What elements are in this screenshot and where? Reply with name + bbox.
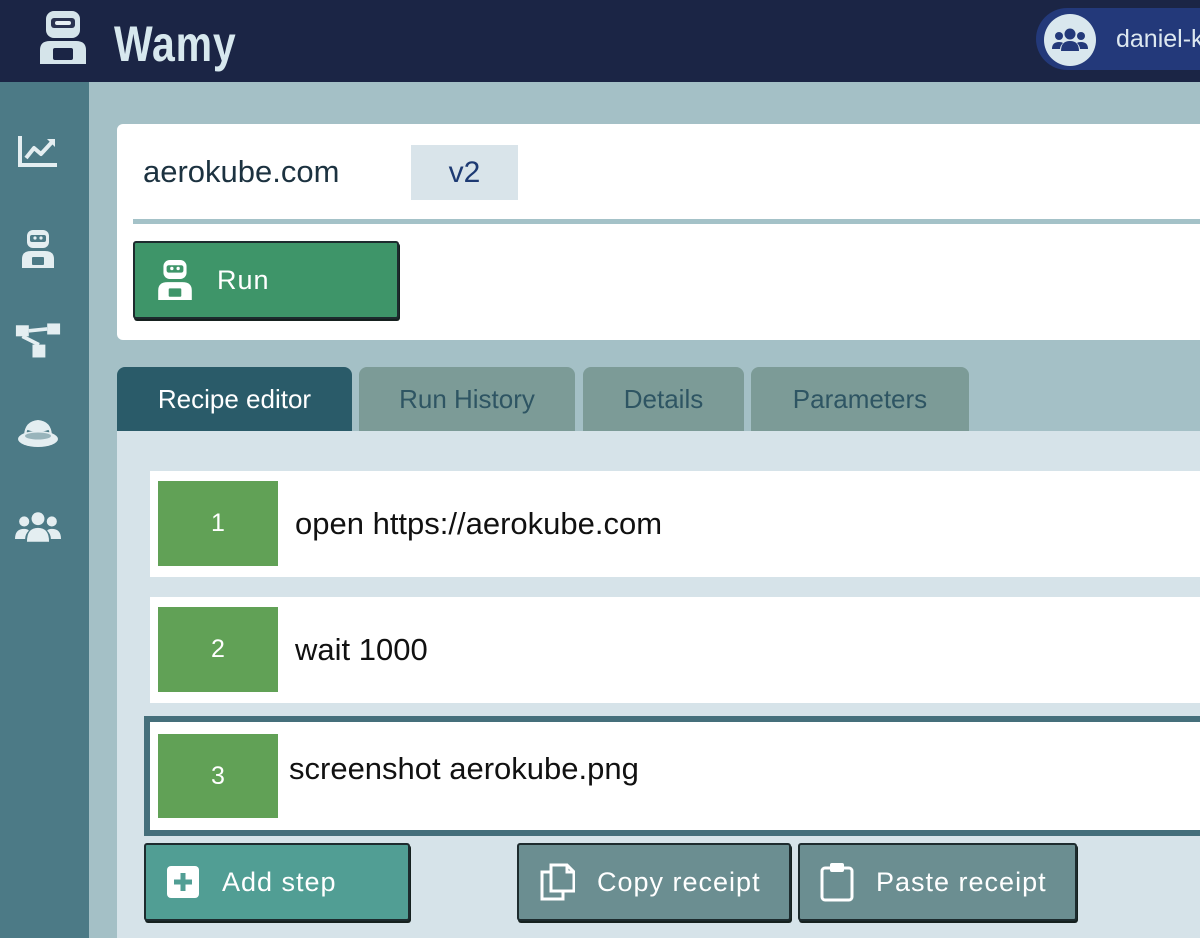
paste-receipt-button[interactable]: Paste receipt [798,843,1077,921]
step-number: 1 [158,481,278,566]
chart-line-icon [18,136,57,167]
step-number: 3 [158,734,278,818]
step-command[interactable]: open https://aerokube.com [295,471,662,577]
step-number: 2 [158,607,278,692]
sidebar [0,82,89,938]
plus-square-icon [167,866,199,898]
tab-run-history[interactable]: Run History [359,367,575,431]
robot-icon [22,230,54,268]
sidebar-item-robots[interactable] [15,226,61,272]
add-step-label: Add step [222,866,337,897]
sidebar-item-statistics[interactable] [15,128,61,174]
robot-logo-icon [40,11,86,64]
clipboard-icon [820,863,854,902]
add-step-button[interactable]: Add step [144,843,410,921]
sidebar-item-workflows[interactable] [15,317,61,363]
tab-recipe-editor[interactable]: Recipe editor [117,367,352,431]
robot-icon [158,260,192,300]
user-name: daniel-k [1116,25,1200,53]
sidebar-item-teams[interactable] [15,504,61,550]
users-icon [15,512,61,542]
sitemap-icon [15,323,61,358]
copy-receipt-label: Copy receipt [597,866,761,897]
version-badge[interactable]: v2 [411,145,518,200]
recipe-name: aerokube.com [143,154,340,189]
tab-parameters[interactable]: Parameters [751,367,969,431]
copy-icon [540,863,575,901]
recipe-card: aerokube.com v2 Run [117,124,1200,340]
user-menu[interactable]: daniel-k [1036,8,1200,70]
recipe-step[interactable]: 2 wait 1000 [150,597,1200,703]
copy-receipt-button[interactable]: Copy receipt [517,843,791,921]
sidebar-item-hat[interactable] [15,410,61,456]
recipe-step[interactable]: 1 open https://aerokube.com [150,471,1200,577]
run-button[interactable]: Run [133,241,399,319]
step-command[interactable]: screenshot aerokube.png [289,714,639,824]
users-icon [1044,14,1096,66]
divider [133,219,1200,224]
paste-receipt-label: Paste receipt [876,866,1047,897]
app-title: Wamy [114,16,237,72]
step-command[interactable]: wait 1000 [295,597,428,703]
hat-icon [18,420,58,447]
recipe-step-selected[interactable]: 3 screenshot aerokube.png [144,716,1200,836]
run-button-label: Run [217,264,270,295]
tab-details[interactable]: Details [583,367,744,431]
top-bar: Wamy daniel-k [0,0,1200,82]
